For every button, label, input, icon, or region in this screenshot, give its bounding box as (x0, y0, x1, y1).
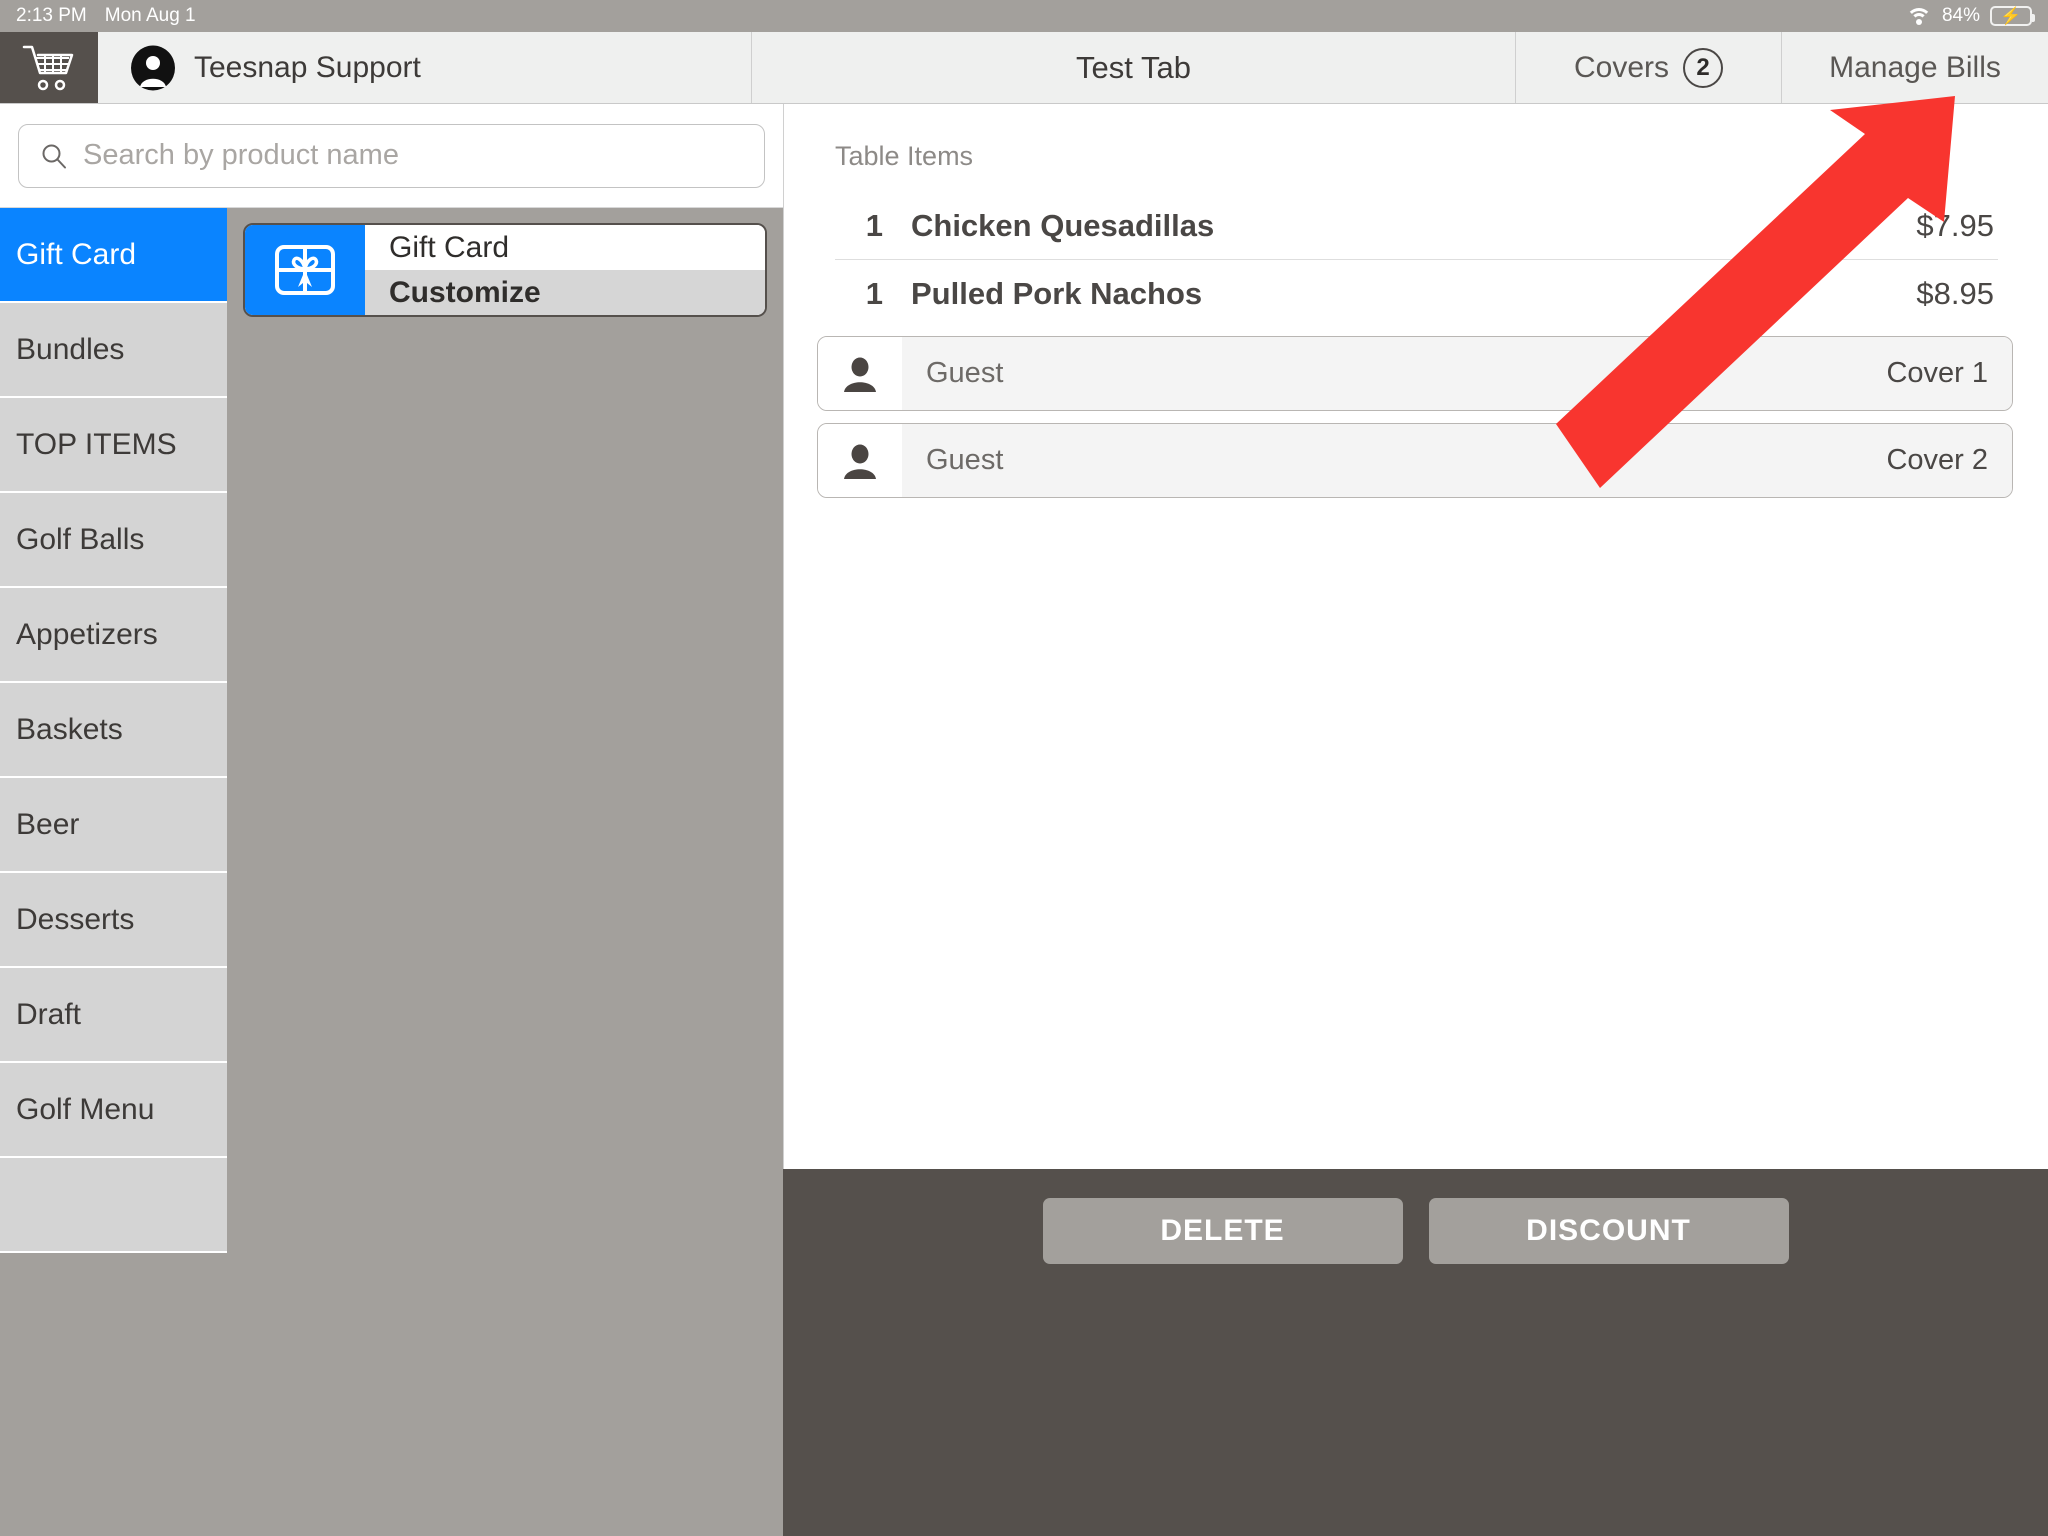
battery-charging-icon: ⚡ (1990, 6, 2035, 26)
product-grid: Gift Card Customize (227, 208, 783, 1536)
category-item-beer[interactable]: Beer (0, 778, 227, 873)
cover-number-label: Cover 2 (1886, 444, 1988, 476)
item-name: Pulled Pork Nachos (911, 276, 1203, 311)
category-item-appetizers[interactable]: Appetizers (0, 588, 227, 683)
cover-avatar-wrap (818, 424, 902, 497)
category-label: Gift Card (16, 237, 137, 271)
category-label: Draft (16, 997, 82, 1031)
category-item-baskets[interactable]: Baskets (0, 683, 227, 778)
category-item-next[interactable] (0, 1158, 227, 1253)
pos-app-screen: 2:13 PM Mon Aug 1 84% ⚡ Teesnap Support … (0, 0, 2048, 1536)
search-bar-container (0, 104, 783, 208)
item-price: $8.95 (1916, 276, 1994, 311)
category-item-desserts[interactable]: Desserts (0, 873, 227, 968)
battery-percent-label: 84% (1941, 5, 1980, 26)
wifi-icon (1905, 7, 1932, 26)
item-quantity: 1 (865, 276, 883, 311)
user-account-tab[interactable]: Teesnap Support (98, 32, 752, 103)
cart-button[interactable] (0, 32, 98, 103)
user-name-label: Teesnap Support (194, 50, 421, 84)
tab-test-tab[interactable]: Test Tab (752, 32, 1516, 103)
search-input[interactable] (83, 139, 742, 172)
gift-card-icon (275, 245, 335, 295)
discount-button[interactable]: DISCOUNT (1428, 1198, 1789, 1264)
tab-name-label: Test Tab (1076, 49, 1191, 85)
item-name: Chicken Quesadillas (911, 207, 1215, 243)
category-label: Beer (16, 807, 80, 841)
cover-row-2[interactable]: Guest Cover 2 (817, 423, 2013, 498)
item-price: $7.95 (1916, 207, 1994, 243)
table-row[interactable]: 1 Chicken Quesadillas $7.95 (835, 192, 1998, 260)
product-customize-button[interactable]: Customize (365, 270, 765, 315)
status-bar-time: 2:13 PM (16, 5, 87, 26)
category-label: Golf Balls (16, 522, 145, 556)
shopping-cart-icon (22, 45, 74, 90)
delete-button[interactable]: DELETE (1042, 1198, 1403, 1264)
category-list[interactable]: Gift Card Bundles TOP ITEMS Golf Balls A… (0, 208, 227, 1536)
table-items-heading: Table Items (835, 141, 974, 171)
product-tile-gift-card[interactable]: Gift Card Customize (243, 223, 767, 317)
tab-manage-bills[interactable]: Manage Bills (1782, 32, 2048, 103)
category-label: Bundles (16, 332, 125, 366)
cover-guest-label: Guest (926, 444, 1004, 476)
item-quantity: 1 (865, 207, 883, 243)
order-item-list: 1 Chicken Quesadillas $7.95 1 Pulled Por… (835, 192, 1998, 328)
ios-status-bar: 2:13 PM Mon Aug 1 84% ⚡ (0, 0, 2048, 32)
person-icon (844, 357, 876, 392)
product-icon-wrap (245, 225, 365, 315)
cover-body: Guest Cover 1 (902, 337, 2012, 410)
category-item-gift-card[interactable]: Gift Card (0, 208, 227, 303)
cover-row-1[interactable]: Guest Cover 1 (817, 336, 2013, 411)
status-bar-date: Mon Aug 1 (104, 5, 196, 26)
covers-label: Covers (1573, 50, 1670, 84)
user-avatar-icon (131, 45, 175, 90)
table-row[interactable]: 1 Pulled Pork Nachos $8.95 (835, 260, 1998, 328)
search-icon (42, 144, 66, 168)
top-navigation-bar: Teesnap Support Test Tab Covers 2 Manage… (0, 32, 2048, 104)
category-label: TOP ITEMS (16, 427, 177, 461)
person-icon (844, 444, 876, 479)
category-label: Baskets (16, 712, 123, 746)
cover-list: Guest Cover 1 Guest Cover 2 (817, 336, 2013, 510)
order-action-bar: DELETE DISCOUNT (783, 1169, 2048, 1536)
category-item-golf-balls[interactable]: Golf Balls (0, 493, 227, 588)
category-label: Golf Menu (16, 1092, 155, 1126)
category-label: Appetizers (16, 617, 158, 651)
tab-covers[interactable]: Covers 2 (1516, 32, 1782, 103)
covers-count-badge: 2 (1683, 47, 1724, 88)
category-item-draft[interactable]: Draft (0, 968, 227, 1063)
status-bar-right: 84% ⚡ (1905, 5, 2035, 27)
category-item-top-items[interactable]: TOP ITEMS (0, 398, 227, 493)
left-panel: Gift Card Bundles TOP ITEMS Golf Balls A… (0, 104, 783, 1536)
search-box[interactable] (18, 123, 765, 188)
manage-bills-label: Manage Bills (1829, 50, 2001, 84)
category-item-bundles[interactable]: Bundles (0, 303, 227, 398)
status-bar-left: 2:13 PM Mon Aug 1 (16, 5, 196, 27)
category-item-golf-menu[interactable]: Golf Menu (0, 1063, 227, 1158)
category-label: Desserts (16, 902, 135, 936)
cover-number-label: Cover 1 (1886, 357, 1988, 389)
cover-avatar-wrap (818, 337, 902, 410)
product-text-wrap: Gift Card Customize (365, 225, 765, 315)
cover-body: Guest Cover 2 (902, 424, 2012, 497)
product-name-label: Gift Card (365, 225, 765, 270)
cover-guest-label: Guest (926, 357, 1004, 389)
